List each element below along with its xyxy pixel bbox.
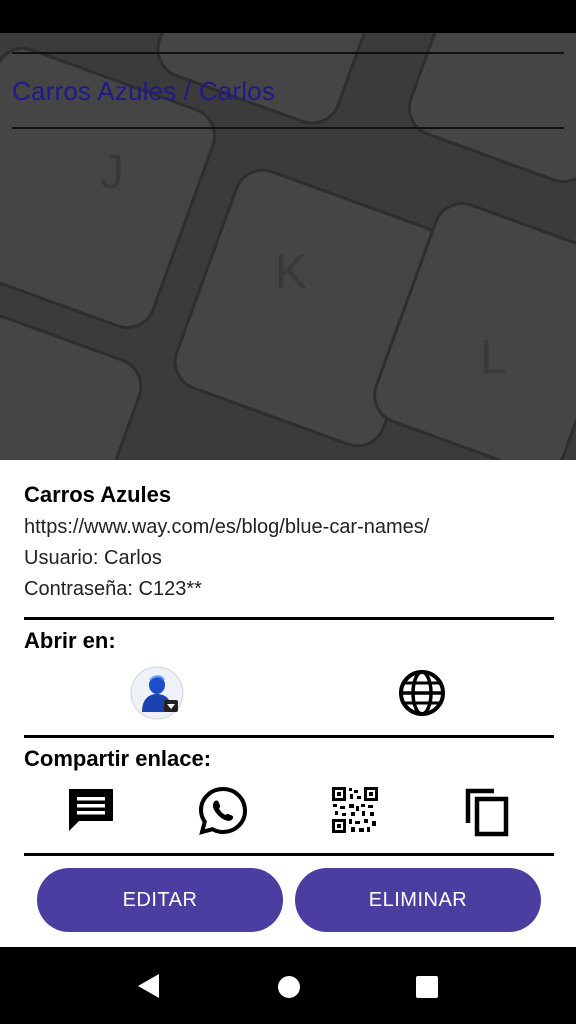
divider	[24, 735, 554, 738]
divider	[24, 853, 554, 856]
whatsapp-icon[interactable]	[196, 784, 250, 838]
detail-bottom-sheet: Carros Azules https://www.way.com/es/blo…	[0, 460, 576, 947]
home-icon[interactable]	[277, 975, 301, 1004]
password-line: Contraseña: C123**	[24, 578, 202, 600]
browser-app-icon[interactable]	[130, 666, 184, 720]
share-link-label: Compartir enlace:	[24, 746, 212, 771]
open-in-label: Abrir en:	[24, 628, 116, 653]
user-line: Usuario: Carlos	[24, 547, 162, 569]
header-divider-top	[12, 52, 564, 54]
recents-icon[interactable]	[415, 975, 439, 1004]
page-title: Carros Azules / Carlos	[12, 76, 276, 106]
svg-text:J: J	[100, 146, 124, 199]
header-divider-bottom	[12, 127, 564, 129]
copy-icon[interactable]	[460, 784, 514, 838]
divider	[24, 617, 554, 620]
back-icon[interactable]	[137, 973, 161, 1004]
system-nav-bar	[0, 947, 576, 1024]
edit-button[interactable]: EDITAR	[37, 868, 283, 932]
status-bar	[0, 0, 576, 33]
globe-icon[interactable]	[396, 667, 448, 719]
site-url: https://www.way.com/es/blog/blue-car-nam…	[24, 516, 430, 538]
delete-button[interactable]: ELIMINAR	[295, 868, 541, 932]
message-icon[interactable]	[64, 784, 118, 836]
qr-code-icon[interactable]	[331, 786, 379, 834]
svg-text:L: L	[480, 331, 507, 384]
site-name: Carros Azules	[24, 482, 172, 507]
svg-text:K: K	[275, 246, 307, 299]
